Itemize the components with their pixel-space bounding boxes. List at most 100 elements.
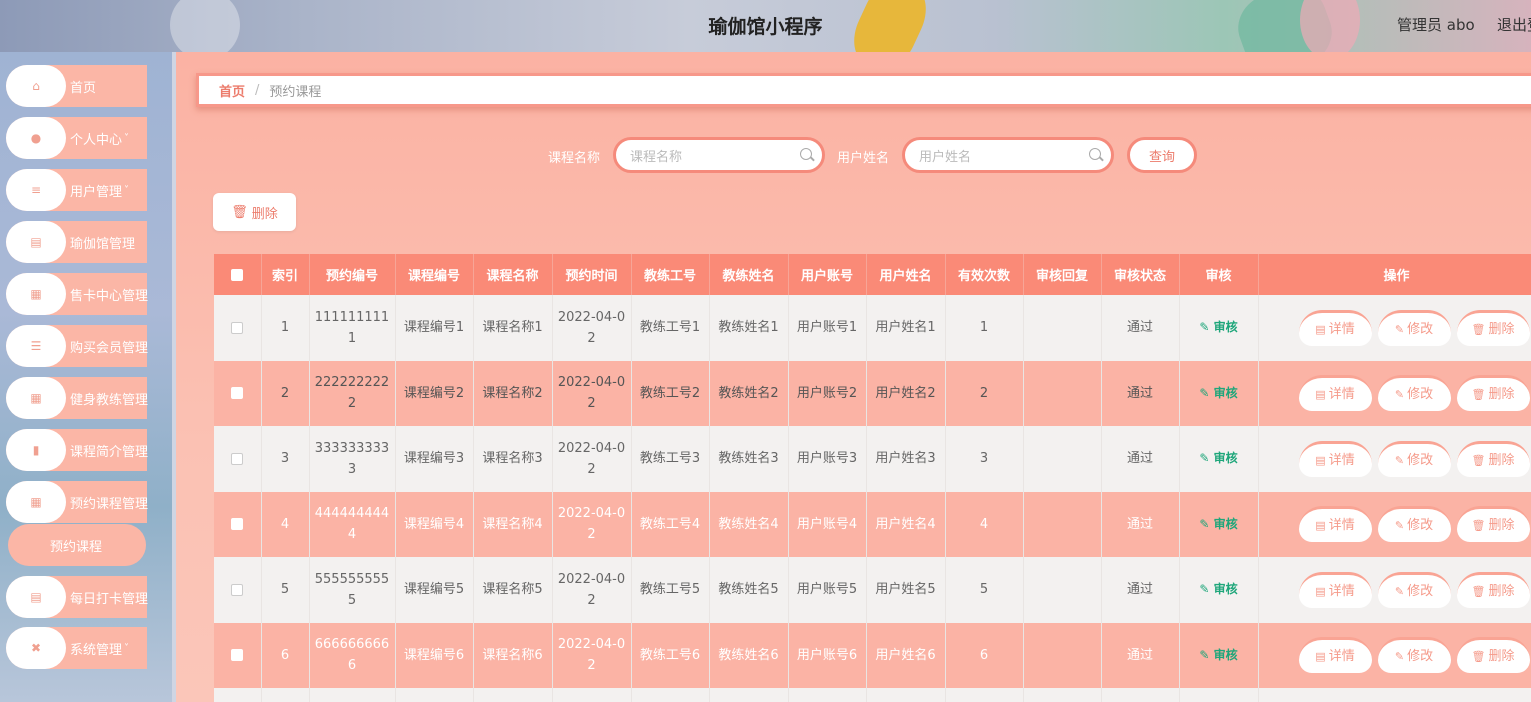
list-icon: ≡ [6, 169, 66, 211]
table-cell [788, 688, 867, 702]
delete-button[interactable]: 🗑 删除 [1456, 571, 1530, 608]
row-checkbox[interactable] [231, 452, 244, 465]
table-row[interactable]: 2 2222222222 课程编号2 课程名称2 2022-04-02 教练工号2 教练姓名… [214, 360, 1531, 426]
delete-button[interactable]: 🗑 删除 [1456, 309, 1530, 346]
user-name-input[interactable]: 用户姓名 [902, 137, 1114, 173]
audit-link[interactable]: ✎ 审核 [1199, 320, 1237, 334]
pencil-icon: ✎ [1394, 650, 1405, 664]
delete-button[interactable]: 🗑 删除 [1456, 506, 1530, 543]
count-cell: 3 [945, 426, 1024, 492]
edit-button[interactable]: ✎ 修改 [1377, 440, 1451, 477]
status-cell: 通过 [1101, 360, 1180, 426]
breadcrumb-home[interactable]: 首页 [219, 81, 245, 100]
column-header: 用户姓名 [866, 254, 946, 295]
table-row[interactable]: 6 6666666666 课程编号6 课程名称6 2022-04-02 教练工号6 教练姓名… [214, 622, 1531, 688]
user-name-placeholder: 用户姓名 [919, 149, 972, 165]
detail-button[interactable]: ▤ 详情 [1298, 375, 1372, 412]
table-cell [552, 688, 632, 702]
table-row[interactable]: 4 4444444444 课程编号4 课程名称4 2022-04-02 教练工号4 教练姓名… [214, 491, 1531, 557]
sidebar-subitem-label: 预约课程 [50, 539, 103, 555]
table-row[interactable] [214, 688, 1531, 702]
booking-no-cell: 5555555555 [309, 557, 396, 623]
search-icon [800, 148, 812, 160]
course-name-input[interactable]: 课程名称 [613, 137, 825, 173]
edit-button[interactable]: ✎ 修改 [1377, 571, 1451, 608]
sidebar-subitem[interactable]: 预约课程 [8, 524, 146, 566]
audit-link[interactable]: ✎ 审核 [1199, 648, 1237, 662]
user-name-cell: 用户姓名2 [866, 360, 946, 426]
detail-button[interactable]: ▤ 详情 [1298, 571, 1372, 608]
edit-button[interactable]: ✎ 修改 [1377, 506, 1451, 543]
query-button[interactable]: 查询 [1127, 137, 1197, 173]
sidebar-item[interactable]: ⌂ 首页 [6, 65, 147, 107]
sidebar-item[interactable]: ▤ 每日打卡管理 [6, 576, 148, 618]
sidebar-item[interactable]: ▤ 瑜伽馆管理 [6, 221, 147, 263]
sidebar-item[interactable]: ▦ 售卡中心管理 [6, 273, 148, 315]
file-icon: ▤ [1315, 453, 1326, 467]
coach-no-cell: 教练工号2 [631, 360, 710, 426]
delete-button[interactable]: 🗑 删除 [1456, 637, 1530, 674]
detail-button[interactable]: ▤ 详情 [1298, 506, 1372, 543]
detail-button[interactable]: ▤ 详情 [1298, 637, 1372, 674]
table-cell [1179, 688, 1259, 702]
edit-button[interactable]: ✎ 修改 [1377, 375, 1451, 412]
file-icon: ▤ [1315, 322, 1326, 336]
pencil-icon: ✎ [1394, 584, 1405, 598]
table-cell [214, 688, 262, 702]
sidebar-item[interactable]: ✖ 系统管理 ˅ [6, 627, 147, 669]
delete-button[interactable]: 🗑 删除 [1456, 375, 1530, 412]
select-all-cell [214, 254, 262, 295]
audit-link[interactable]: ✎ 审核 [1199, 451, 1237, 465]
sidebar-item[interactable]: ≡ 用户管理 ˅ [6, 169, 147, 211]
row-checkbox[interactable] [231, 387, 244, 400]
trash-icon: 🗑 [231, 204, 248, 220]
select-all-checkbox[interactable] [231, 268, 244, 281]
row-select-cell [214, 295, 262, 361]
audit-label: 审核 [1213, 385, 1238, 400]
detail-button[interactable]: ▤ 详情 [1298, 440, 1372, 477]
row-checkbox[interactable] [231, 583, 244, 596]
edit-button[interactable]: ✎ 修改 [1377, 309, 1451, 346]
course-no-cell: 课程编号2 [395, 360, 474, 426]
delete-button[interactable]: 🗑 删除 [1456, 440, 1530, 477]
row-checkbox[interactable] [231, 649, 244, 662]
user-account-cell: 用户账号1 [788, 295, 867, 361]
booking-no-cell: 2222222222 [309, 360, 396, 426]
actions-cell: ▤ 详情 ✎ 修改 🗑 删除 [1258, 491, 1531, 557]
coach-name-cell: 教练姓名2 [709, 360, 789, 426]
table-cell [261, 688, 310, 702]
pencil-icon: ✎ [1199, 320, 1214, 335]
sidebar-item-label: 健身教练管理 [70, 392, 149, 408]
table-row[interactable]: 3 3333333333 课程编号3 课程名称3 2022-04-02 教练工号3 教练姓名… [214, 426, 1531, 492]
sidebar-item[interactable]: ▦ 预约课程管理 [6, 481, 148, 523]
booking-no-cell: 3333333333 [309, 426, 396, 492]
pencil-icon: ✎ [1394, 322, 1405, 336]
sidebar-item[interactable]: ● 个人中心 ˅ [6, 117, 147, 159]
audit-link[interactable]: ✎ 审核 [1199, 517, 1237, 531]
detail-button[interactable]: ▤ 详情 [1298, 309, 1372, 346]
pencil-icon: ✎ [1199, 516, 1214, 531]
row-checkbox[interactable] [231, 321, 244, 334]
app-title: 瑜伽馆小程序 [708, 16, 823, 38]
booking-time-cell: 2022-04-02 [552, 360, 632, 426]
edit-button[interactable]: ✎ 修改 [1377, 637, 1451, 674]
delete-button-label: 删除 [1488, 518, 1515, 534]
main-content: 首页 / 预约课程 课程名称 课程名称 用户姓名 用户姓名 查询 🗑 删除 索引 [176, 52, 1531, 702]
chevron-down-icon: ˅ [124, 642, 130, 654]
table-row[interactable]: 1 1111111111 课程编号1 课程名称1 2022-04-02 教练工号1 教练姓名… [214, 295, 1531, 361]
audit-link[interactable]: ✎ 审核 [1199, 386, 1237, 400]
row-checkbox[interactable] [231, 518, 244, 531]
edit-button-label: 修改 [1407, 518, 1434, 534]
coach-name-cell: 教练姓名5 [709, 557, 789, 623]
user-name-cell: 用户姓名1 [866, 295, 946, 361]
bulk-delete-button[interactable]: 🗑 删除 [213, 193, 296, 231]
sidebar-item[interactable]: ☰ 购买会员管理 [6, 325, 148, 367]
table-row[interactable]: 5 5555555555 课程编号5 课程名称5 2022-04-02 教练工号5 教练姓名… [214, 557, 1531, 623]
logout-link[interactable]: 退出登录 [1497, 14, 1531, 35]
sidebar-item[interactable]: ▮ 课程简介管理 [6, 429, 148, 471]
audit-link[interactable]: ✎ 审核 [1199, 582, 1237, 596]
delete-button-label: 删除 [1488, 452, 1515, 468]
column-header: 索引 [261, 254, 310, 295]
trash-icon: 🗑 [1471, 388, 1486, 402]
sidebar-item[interactable]: ▦ 健身教练管理 [6, 377, 149, 419]
